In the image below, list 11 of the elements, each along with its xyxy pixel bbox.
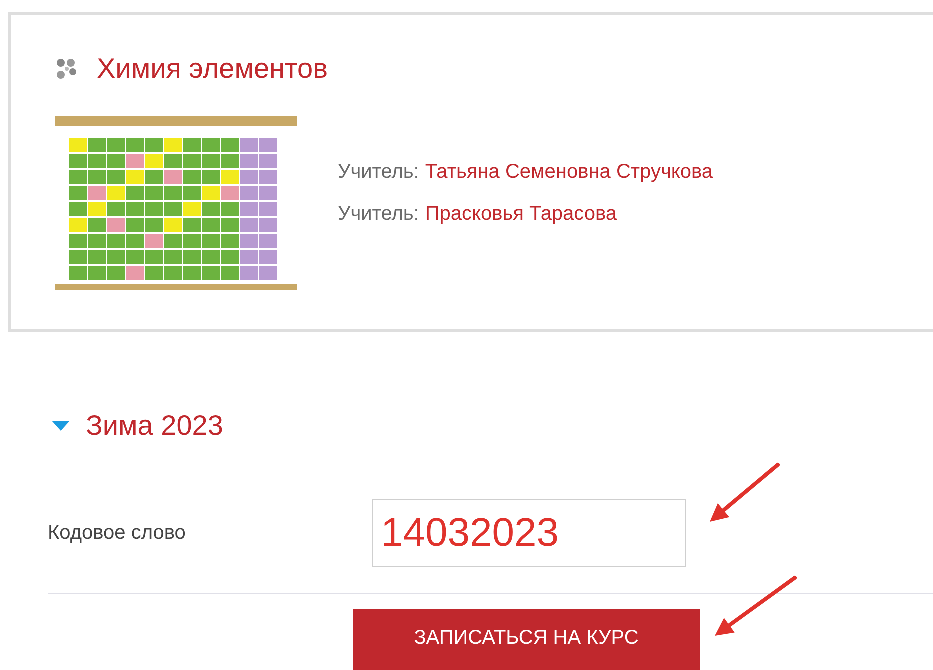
- teacher-link[interactable]: Татьяна Семеновна Стручкова: [425, 157, 713, 187]
- teacher-label: Учитель:: [338, 202, 420, 227]
- expand-caret-icon[interactable]: [52, 420, 70, 432]
- code-word-field[interactable]: 14032023: [372, 499, 686, 567]
- molecule-icon: [55, 58, 77, 80]
- teacher-link[interactable]: Прасковья Тарасова: [425, 199, 618, 229]
- course-title[interactable]: Химия элементов: [97, 55, 328, 83]
- teacher-label: Учитель:: [338, 160, 420, 185]
- field-label: Кодовое слово: [48, 521, 187, 546]
- enrol-button[interactable]: ЗАПИСАТЬСЯ НА КУРС: [353, 609, 700, 670]
- section-title: Зима 2023: [86, 409, 224, 443]
